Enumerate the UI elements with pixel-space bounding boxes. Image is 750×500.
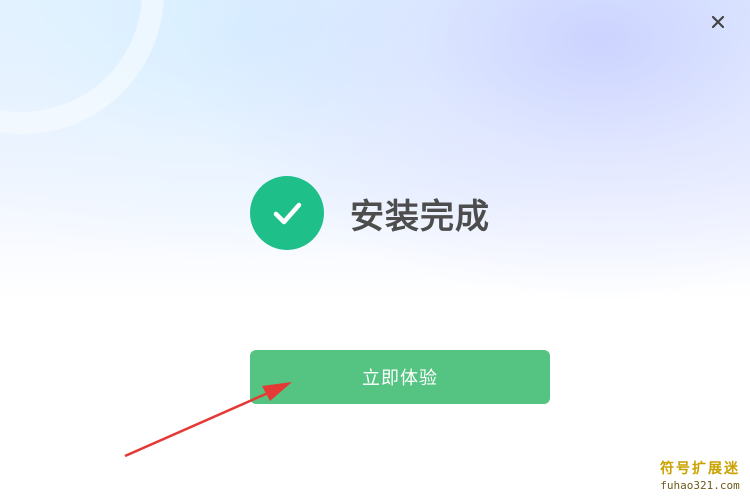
decorative-ring xyxy=(0,0,164,134)
watermark-url: fuhao321.com xyxy=(660,479,740,492)
install-status: 安装完成 xyxy=(250,175,490,251)
check-circle-icon xyxy=(250,176,324,250)
status-title: 安装完成 xyxy=(350,196,490,237)
close-icon xyxy=(711,15,725,29)
close-button[interactable] xyxy=(706,10,730,34)
try-now-button[interactable]: 立即体验 xyxy=(250,350,550,404)
checkmark-icon xyxy=(273,202,302,225)
watermark: 符号扩展迷 fuhao321.com xyxy=(660,458,740,492)
installer-window: 安装完成 立即体验 符号扩展迷 fuhao321.com xyxy=(0,0,750,500)
watermark-title: 符号扩展迷 xyxy=(660,461,740,477)
